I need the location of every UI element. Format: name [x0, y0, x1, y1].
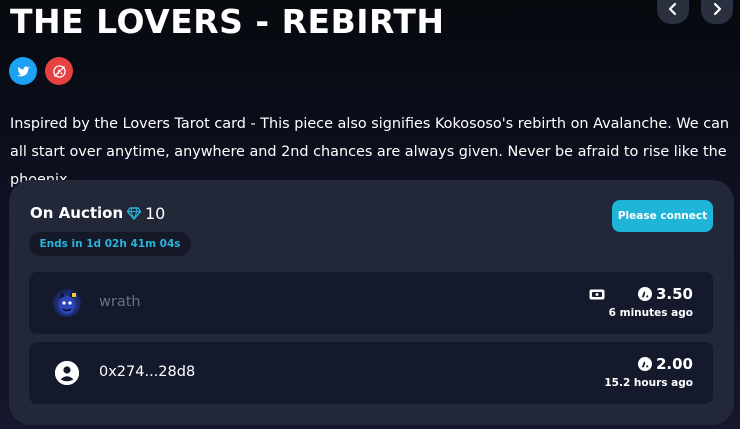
twitter-icon: [16, 66, 30, 76]
bid-time: 15.2 hours ago: [604, 377, 693, 389]
bidder-avatar-image: [59, 291, 76, 314]
bidder-name[interactable]: wrath: [99, 294, 141, 310]
bid-row: wrath 3.50 6 minutes ago: [29, 272, 713, 334]
page-title: THE LOVERS - REBIRTH: [10, 2, 445, 41]
user-icon: [55, 361, 79, 385]
auction-countdown: Ends in 1d 02h 41m 04s: [29, 232, 191, 256]
gem-count: 10: [145, 204, 166, 223]
avax-coin-icon: [637, 357, 652, 371]
twitter-link[interactable]: [9, 57, 37, 85]
bid-row: 0x274...28d8 2.00 15.2 hours ago: [29, 342, 713, 404]
avalanche-link[interactable]: [45, 57, 73, 85]
bidder-name[interactable]: 0x274...28d8: [99, 364, 195, 380]
bid-amount-wrap: 3.50: [637, 285, 693, 303]
bid-amount: 2.00: [655, 355, 693, 373]
auction-status: On Auction: [30, 204, 124, 222]
chevron-right-icon: [713, 2, 722, 16]
ticket-icon: [589, 289, 605, 300]
avalanche-icon: [52, 64, 66, 78]
bid-time: 6 minutes ago: [608, 307, 693, 319]
connect-wallet-button[interactable]: Please connect: [612, 200, 713, 232]
previous-button[interactable]: [657, 0, 689, 24]
auction-panel: On Auction 10 Ends in 1d 02h 41m 04s Ple…: [9, 180, 734, 425]
bid-amount-wrap: 2.00: [637, 355, 693, 373]
avax-coin-icon: [637, 287, 652, 301]
chevron-left-icon: [668, 2, 677, 16]
default-user-icon[interactable]: [55, 361, 79, 385]
gem-icon: [127, 207, 141, 220]
bidder-avatar[interactable]: [53, 289, 81, 317]
bid-amount: 3.50: [655, 285, 693, 303]
next-button[interactable]: [701, 0, 733, 24]
